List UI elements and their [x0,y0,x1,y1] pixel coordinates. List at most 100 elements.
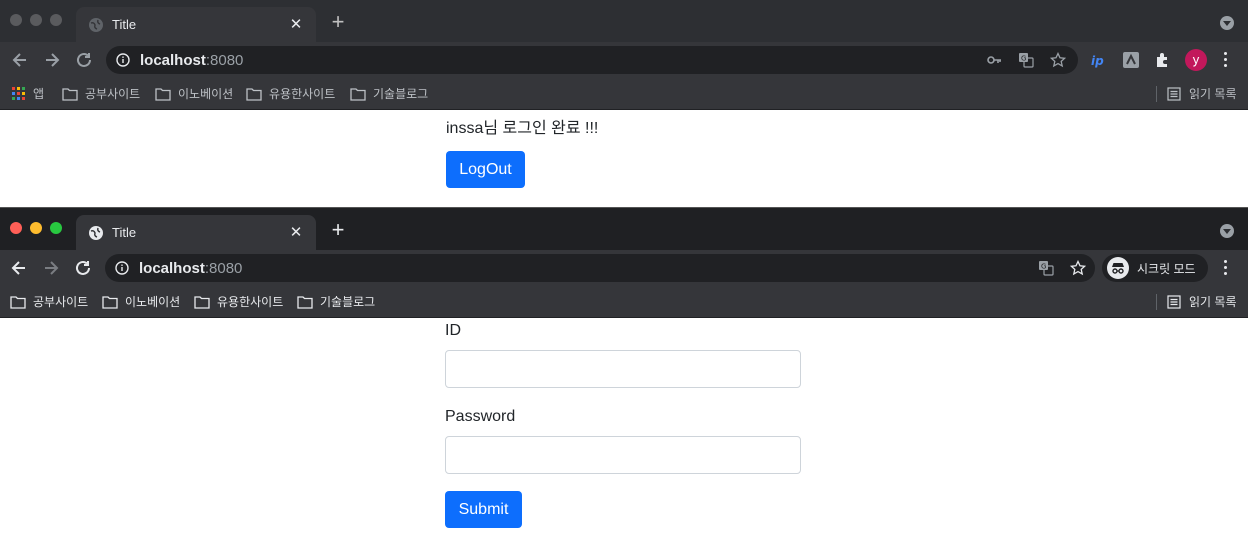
tab-search-icon[interactable] [1220,16,1234,30]
page-content: inssa님 로그인 완료 !!! LogOut [0,110,1248,207]
url-port: :8080 [204,260,243,277]
new-tab-button[interactable]: + [328,11,348,33]
browser-window-logged-in: Title ✕ + localhost:8080 G ip y 앱 공부사이트 … [0,0,1248,207]
password-input[interactable] [445,436,801,474]
login-form: ID Password Submit [0,318,1248,558]
folder-icon [350,87,366,101]
window-controls [10,222,62,234]
bookmark-label: 공부사이트 [33,295,89,309]
puzzle-icon[interactable] [1153,50,1173,70]
welcome-message: inssa님 로그인 완료 !!! [446,120,599,137]
reading-list-icon [1167,294,1181,309]
bookmark-folder-innovation[interactable]: 이노베이션 [102,293,180,310]
new-tab-button[interactable]: + [328,219,348,241]
bookmark-folder-useful[interactable]: 유용한사이트 [246,85,335,102]
folder-icon [246,87,262,101]
tab-label: Title [112,225,137,240]
svg-text:ip: ip [1091,54,1104,68]
svg-text:G: G [1021,55,1026,63]
globe-icon [89,225,103,240]
bookmark-star-icon[interactable] [1070,260,1086,276]
toolbar: localhost:8080 G ip y [0,42,1248,78]
forward-arrow-icon[interactable] [42,50,62,70]
close-window-button[interactable] [10,222,22,234]
reading-list-button[interactable]: 읽기 목록 [1156,85,1237,102]
tab-search-icon[interactable] [1220,224,1234,238]
logout-button[interactable]: LogOut [446,151,525,188]
profile-avatar[interactable]: y [1185,49,1207,71]
more-menu-icon[interactable] [1224,52,1228,68]
bookmark-folder-useful[interactable]: 유용한사이트 [194,293,283,310]
close-tab-icon[interactable]: ✕ [288,16,304,33]
svg-text:G: G [1041,263,1046,271]
url-text: localhost:8080 [140,52,243,69]
reading-list-icon [1167,86,1181,101]
folder-icon [10,295,26,309]
tab-title[interactable]: Title ✕ [76,215,316,250]
bookmark-label: 기술블로그 [320,295,376,309]
browser-window-incognito: Title ✕ + localhost:8080 G 시크릿 모드 공부사이트 … [0,207,1248,558]
key-icon[interactable] [986,52,1002,68]
folder-icon [297,295,313,309]
extension-square-icon[interactable] [1121,50,1141,70]
info-icon[interactable] [116,53,130,67]
password-label: Password [445,408,516,425]
bookmark-label: 유용한사이트 [217,295,284,309]
ip-extension-icon[interactable]: ip [1089,50,1109,70]
divider [1156,85,1157,102]
address-bar[interactable]: localhost:8080 G [106,46,1078,74]
globe-icon [89,17,103,32]
minimize-window-button[interactable] [30,14,42,26]
toolbar: localhost:8080 G 시크릿 모드 [0,250,1248,286]
url-port: :8080 [205,52,244,69]
reload-icon[interactable] [73,258,93,278]
folder-icon [155,87,171,101]
incognito-icon [1107,257,1129,279]
bookmark-label: 이노베이션 [125,295,181,309]
translate-icon[interactable]: G [1018,52,1034,68]
id-input[interactable] [445,350,801,388]
back-arrow-icon[interactable] [9,258,29,278]
translate-icon[interactable]: G [1038,260,1054,276]
close-window-button[interactable] [10,14,22,26]
bookmark-folder-study[interactable]: 공부사이트 [10,293,88,310]
bookmark-folder-techblog[interactable]: 기술블로그 [350,85,428,102]
address-bar[interactable]: localhost:8080 G [105,254,1095,282]
bookmark-label: 앱 [33,87,45,101]
minimize-window-button[interactable] [30,222,42,234]
folder-icon [194,295,210,309]
window-controls [10,14,62,26]
tab-label: Title [112,17,137,32]
incognito-badge[interactable]: 시크릿 모드 [1102,254,1208,282]
reading-list-button[interactable]: 읽기 목록 [1156,293,1237,310]
reading-list-label: 읽기 목록 [1189,87,1237,101]
back-arrow-icon[interactable] [10,50,30,70]
bookmark-folder-innovation[interactable]: 이노베이션 [155,85,233,102]
bookmarks-bar: 공부사이트 이노베이션 유용한사이트 기술블로그 읽기 목록 [0,286,1248,318]
tab-strip: Title ✕ + [0,0,1248,42]
forward-arrow-icon[interactable] [41,258,61,278]
bookmark-label: 기술블로그 [373,87,429,101]
bookmark-label: 이노베이션 [178,87,234,101]
reload-icon[interactable] [74,50,94,70]
folder-icon [62,87,78,101]
close-tab-icon[interactable]: ✕ [288,224,304,241]
url-host: localhost [140,52,206,69]
bookmark-folder-techblog[interactable]: 기술블로그 [297,293,375,310]
divider [1156,293,1157,310]
bookmark-folder-study[interactable]: 공부사이트 [62,85,140,102]
submit-button[interactable]: Submit [445,491,522,528]
bookmark-apps[interactable]: 앱 [12,85,44,102]
tab-strip: Title ✕ + [0,208,1248,250]
more-menu-icon[interactable] [1224,260,1228,276]
reading-list-label: 읽기 목록 [1189,295,1237,309]
bookmark-star-icon[interactable] [1050,52,1066,68]
url-host: localhost [139,260,205,277]
bookmarks-bar: 앱 공부사이트 이노베이션 유용한사이트 기술블로그 읽기 목록 [0,78,1248,110]
zoom-window-button[interactable] [50,14,62,26]
id-label: ID [445,322,461,339]
zoom-window-button[interactable] [50,222,62,234]
folder-icon [102,295,118,309]
tab-title[interactable]: Title ✕ [76,7,316,42]
info-icon[interactable] [115,261,129,275]
